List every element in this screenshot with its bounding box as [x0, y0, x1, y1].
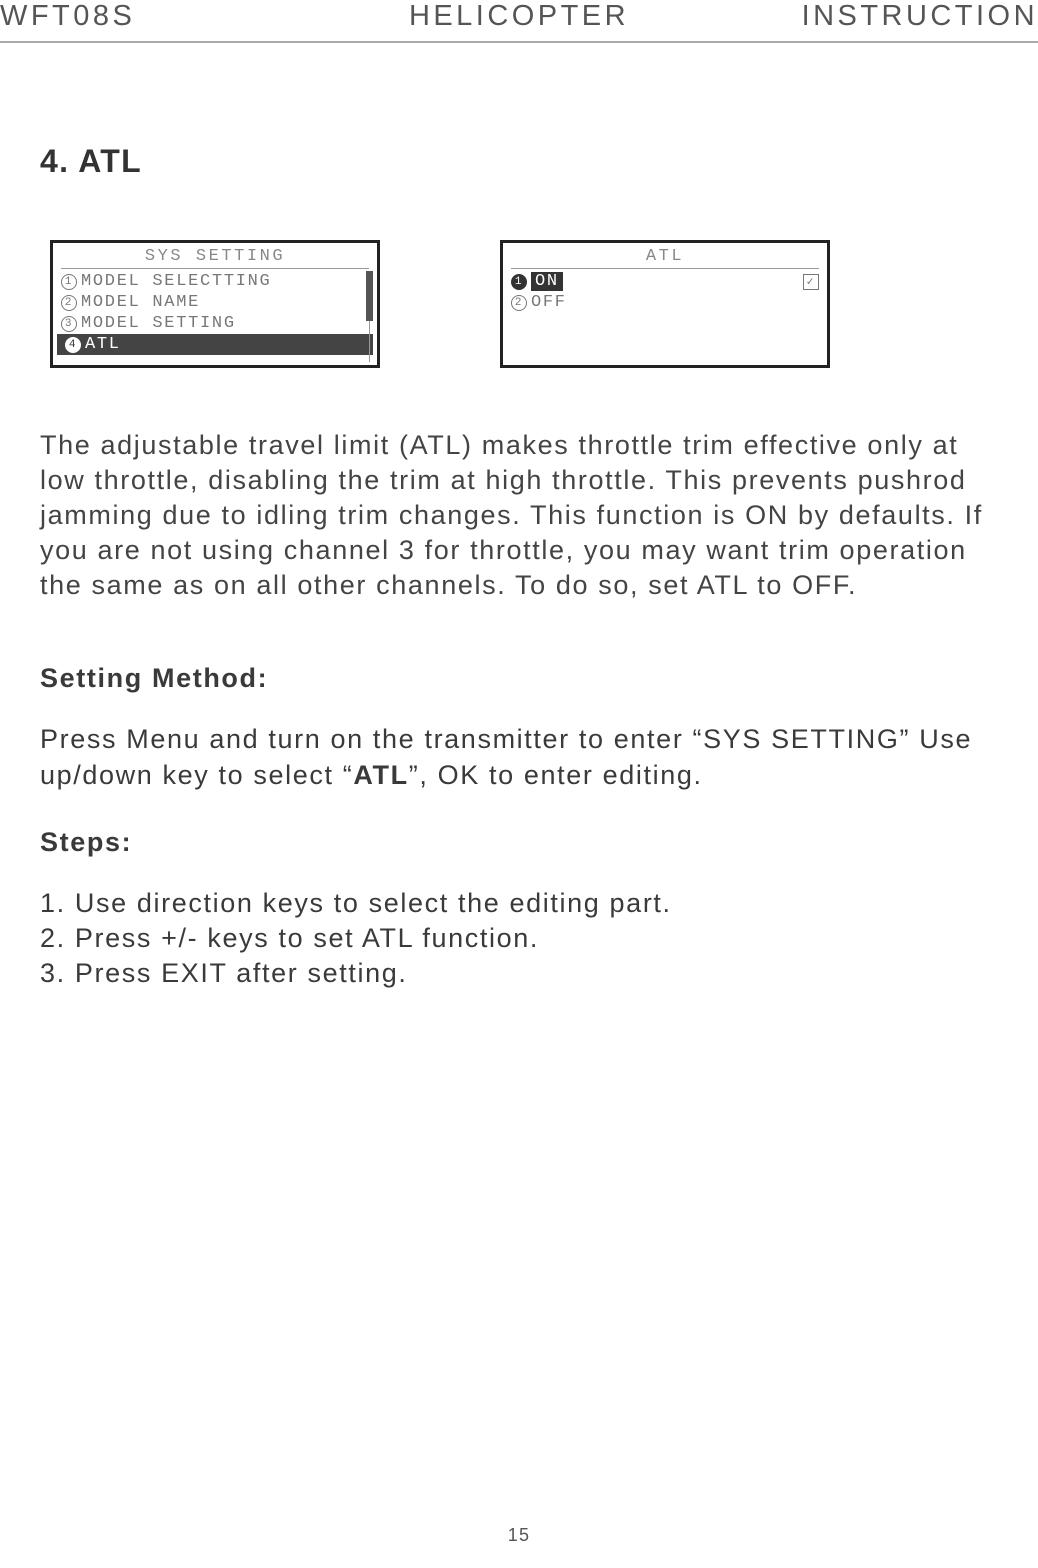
lcd2-item-1-num-icon: 1: [511, 274, 527, 290]
step-2: 2. Press +/- keys to set ATL function.: [40, 921, 998, 956]
lcd-atl: ATL 1 ON ✓ 2 OFF: [500, 240, 830, 368]
lcd1-item-1-label: MODEL SELECTTING: [81, 272, 271, 291]
header-doc-type: INSTRUCTION: [692, 0, 1038, 33]
lcd-sys-setting: SYS SETTING 1 MODEL SELECTTING 2 MODEL N…: [50, 240, 380, 368]
lcd2-item-on: 1 ON ✓: [503, 271, 827, 292]
description-paragraph: The adjustable travel limit (ATL) makes …: [40, 428, 998, 603]
setting-method-bold-atl: ATL: [353, 760, 408, 790]
lcd1-item-2-label: MODEL NAME: [81, 293, 200, 312]
lcd1-item-4-num-icon: 4: [65, 337, 81, 353]
lcd2-checkbox-checked-icon: ✓: [803, 274, 819, 290]
section-title: 4. ATL: [40, 143, 998, 180]
lcd2-item-1-label: ON: [531, 272, 563, 291]
lcd1-item-1-num-icon: 1: [61, 274, 77, 290]
steps-heading: Steps:: [40, 827, 998, 858]
page-number: 15: [508, 1525, 531, 1546]
lcd1-item-3: 3 MODEL SETTING: [53, 313, 377, 334]
lcd1-title: SYS SETTING: [61, 247, 369, 269]
header-model: WFT08S: [0, 0, 346, 33]
lcd2-item-2-num-icon: 2: [511, 295, 527, 311]
step-1: 1. Use direction keys to select the edit…: [40, 886, 998, 921]
lcd1-item-3-label: MODEL SETTING: [81, 314, 236, 333]
lcd-screens-row: SYS SETTING 1 MODEL SELECTTING 2 MODEL N…: [40, 240, 998, 368]
lcd1-item-3-num-icon: 3: [61, 316, 77, 332]
lcd2-item-off: 2 OFF: [503, 292, 827, 313]
lcd1-item-2-num-icon: 2: [61, 295, 77, 311]
setting-method-heading: Setting Method:: [40, 663, 998, 694]
lcd1-scrollbar: [366, 271, 374, 362]
setting-method-paragraph: Press Menu and turn on the transmitter t…: [40, 722, 998, 792]
lcd1-item-2: 2 MODEL NAME: [53, 292, 377, 313]
step-3: 3. Press EXIT after setting.: [40, 956, 998, 991]
lcd2-title: ATL: [511, 247, 819, 269]
lcd2-item-2-label: OFF: [531, 293, 567, 312]
lcd1-item-1: 1 MODEL SELECTTING: [53, 271, 377, 292]
lcd1-item-4-selected: 4 ATL: [57, 334, 373, 355]
lcd1-item-4-label: ATL: [85, 335, 121, 354]
page-content: 4. ATL SYS SETTING 1 MODEL SELECTTING 2 …: [0, 143, 1038, 991]
header-category: HELICOPTER: [346, 0, 692, 33]
lcd1-scrollbar-thumb: [366, 271, 373, 321]
setting-method-text-post: ”, OK to enter editing.: [409, 760, 703, 790]
page-header: WFT08S HELICOPTER INSTRUCTION: [0, 0, 1038, 43]
